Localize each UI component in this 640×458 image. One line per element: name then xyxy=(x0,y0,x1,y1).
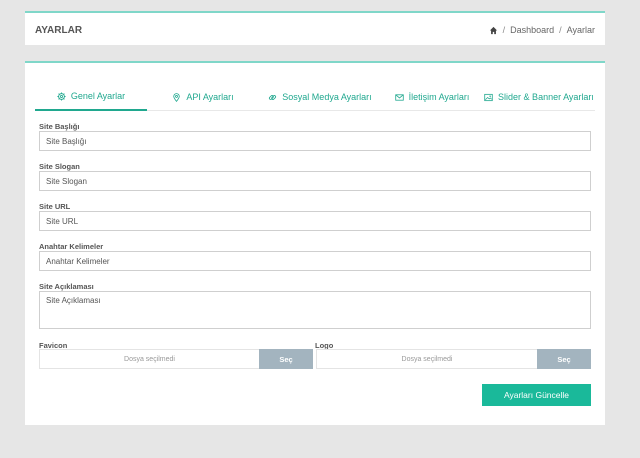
tab-label: API Ayarları xyxy=(186,92,234,102)
link-icon xyxy=(269,94,277,100)
map-pin-icon xyxy=(173,92,181,102)
site-description-textarea[interactable]: Site Açıklaması xyxy=(39,291,591,329)
favicon-file-input[interactable]: Dosya seçilmedi Seç xyxy=(39,349,313,369)
site-title-label: Site Başlığı xyxy=(39,122,80,131)
keywords-label: Anahtar Kelimeler xyxy=(39,242,104,251)
tab-social-media-settings[interactable]: Sosyal Medya Ayarları xyxy=(259,83,381,111)
tab-label: Slider & Banner Ayarları xyxy=(498,92,594,102)
keywords-input[interactable]: Anahtar Kelimeler xyxy=(39,251,591,271)
favicon-choose-button[interactable]: Seç xyxy=(259,349,313,369)
tab-contact-settings[interactable]: İletişim Ayarları xyxy=(381,83,483,111)
image-icon xyxy=(484,93,493,101)
envelope-icon xyxy=(394,93,404,101)
page-title: AYARLAR xyxy=(35,25,83,36)
favicon-file-name: Dosya seçilmedi xyxy=(39,349,259,369)
breadcrumb-dashboard-link[interactable]: Dashboard xyxy=(510,25,554,35)
tab-label: Genel Ayarlar xyxy=(70,91,126,101)
breadcrumb: / Dashboard / Ayarlar xyxy=(489,25,595,35)
breadcrumb-separator: / xyxy=(502,25,506,35)
logo-choose-button[interactable]: Seç xyxy=(537,349,591,369)
settings-card: Genel Ayarlar API Ayarları Sosyal Medya … xyxy=(25,61,605,425)
site-url-input[interactable]: Site URL xyxy=(39,211,591,231)
site-slogan-label: Site Slogan xyxy=(39,162,80,171)
logo-file-name: Dosya seçilmedi xyxy=(316,349,537,369)
site-description-label: Site Açıklaması xyxy=(39,282,94,291)
site-title-input[interactable]: Site Başlığı xyxy=(39,131,591,151)
tab-general-settings[interactable]: Genel Ayarlar xyxy=(35,83,147,111)
tab-label: Sosyal Medya Ayarları xyxy=(282,92,372,102)
gear-icon xyxy=(57,91,66,101)
tab-slider-banner-settings[interactable]: Slider & Banner Ayarları xyxy=(483,83,595,111)
site-slogan-input[interactable]: Site Slogan xyxy=(39,171,591,191)
page-header: AYARLAR / Dashboard / Ayarlar xyxy=(25,11,605,45)
update-settings-button[interactable]: Ayarları Güncelle xyxy=(482,384,591,406)
tab-api-settings[interactable]: API Ayarları xyxy=(147,83,259,111)
settings-tabs: Genel Ayarlar API Ayarları Sosyal Medya … xyxy=(35,83,595,111)
site-url-label: Site URL xyxy=(39,202,71,211)
breadcrumb-separator: / xyxy=(559,25,562,35)
tab-label: İletişim Ayarları xyxy=(408,92,470,102)
home-icon[interactable] xyxy=(489,26,498,35)
breadcrumb-current: Ayarlar xyxy=(566,25,595,35)
logo-file-input[interactable]: Dosya seçilmedi Seç xyxy=(316,349,591,369)
